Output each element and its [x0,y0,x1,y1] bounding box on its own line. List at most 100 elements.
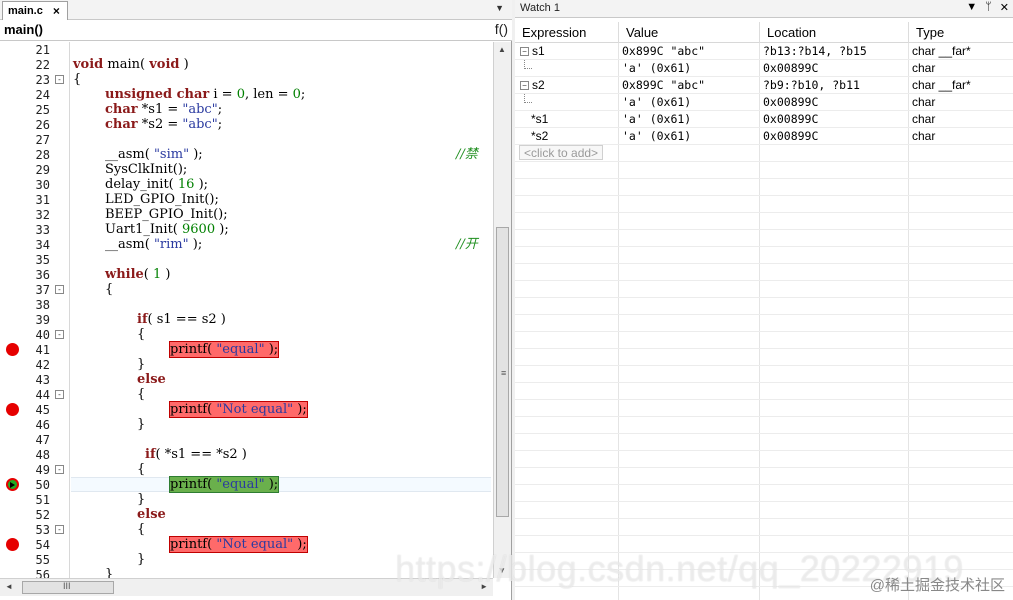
breakpoint-icon[interactable] [6,403,19,416]
code-line[interactable]: 21 [0,42,493,57]
code-line[interactable]: 22 void main( void ) [0,57,493,72]
function-navigator[interactable]: main() f() [0,20,512,41]
code-line[interactable]: 38 [0,297,493,312]
breakpoint-current-position-icon[interactable] [6,478,19,491]
fold-collapse-icon[interactable]: - [55,330,64,339]
watch-row[interactable]: *s1 'a' (0x61) 0x00899C char [515,111,1013,128]
code-line[interactable]: 23-{ [0,72,493,87]
code-line[interactable]: 41 printf( "equal" ); [0,341,493,358]
watch-empty-row[interactable] [515,502,1013,519]
column-header-location[interactable]: Location [760,22,909,43]
watch-empty-row[interactable] [515,196,1013,213]
column-header-value[interactable]: Value [619,22,760,43]
watch-empty-row[interactable] [515,213,1013,230]
watch-empty-row[interactable] [515,315,1013,332]
code-line[interactable]: 29 SysClkInit(); [0,162,493,177]
watch-row[interactable]: 'a' (0x61) 0x00899C char [515,60,1013,77]
code-line[interactable]: 31 LED_GPIO_Init(); [0,192,493,207]
watch-expression[interactable]: s2 [532,77,545,94]
code-line[interactable]: 48 if( *s1 == *s2 ) [0,447,493,462]
watch-empty-row[interactable] [515,349,1013,366]
code-line[interactable]: 49- { [0,462,493,477]
code-line[interactable]: 34 __asm( "rim" ); //开 [0,237,493,252]
scroll-left-arrow-icon[interactable]: ◄ [5,582,13,591]
code-line[interactable]: 40- { [0,327,493,342]
tab-main-c[interactable]: main.c × [2,1,68,20]
fold-collapse-icon[interactable]: - [55,525,64,534]
code-line[interactable]: 35 [0,252,493,267]
code-line[interactable]: 42} [0,357,493,372]
tab-list-dropdown-icon[interactable]: ▼ [495,3,504,13]
watch-row[interactable]: − s2 0x899C "abc" ?b9:?b10, ?b11 char __far* [515,77,1013,94]
column-header-expression[interactable]: Expression [515,22,619,43]
watch-empty-row[interactable] [515,281,1013,298]
code-line[interactable]: 33 Uart1_Init( 9600 ); [0,222,493,237]
code-line[interactable]: 45 printf( "Not equal" ); [0,401,493,418]
code-line[interactable]: 46} [0,417,493,432]
function-list-icon[interactable]: f() [495,21,508,37]
code-line[interactable]: 28 __asm( "sim" ); //禁 [0,147,493,162]
breakpoint-icon[interactable] [6,343,19,356]
tree-collapse-icon[interactable]: − [520,47,529,56]
vertical-scroll-thumb[interactable]: ≡ [496,227,509,517]
code-line[interactable]: 47 [0,432,493,447]
close-icon[interactable]: × [53,4,60,18]
watch-empty-row[interactable] [515,298,1013,315]
pin-icon[interactable]: ᛘ [985,1,992,14]
code-line[interactable]: 36 while( 1 ) [0,267,493,282]
code-editor[interactable]: 21 22 void main( void ) 23-{24 unsigned char… [0,42,493,578]
window-menu-dropdown-icon[interactable]: ▼ [966,1,977,14]
code-line[interactable]: 37- { [0,282,493,297]
watch-expression[interactable]: s1 [532,43,545,60]
code-number: 16 [177,177,195,192]
watch-empty-row[interactable] [515,230,1013,247]
code-line[interactable]: 44- { [0,387,493,402]
close-icon[interactable]: ✕ [1000,1,1009,14]
watch-empty-row[interactable] [515,468,1013,485]
fold-collapse-icon[interactable]: - [55,465,64,474]
code-line[interactable]: 43 else [0,372,493,387]
watch-row[interactable]: − s1 0x899C "abc" ?b13:?b14, ?b15 char __far… [515,43,1013,60]
code-line[interactable]: 39 if( s1 == s2 ) [0,312,493,327]
add-expression-input[interactable]: <click to add> [519,145,604,160]
code-line[interactable]: 27 [0,132,493,147]
watch-empty-row[interactable] [515,519,1013,536]
watch-empty-row[interactable] [515,332,1013,349]
watch-empty-row[interactable] [515,383,1013,400]
code-line[interactable]: 26 char *s2 = "abc"; [0,117,493,132]
editor-vertical-scrollbar[interactable]: ▲ ≡ ▼ [493,42,511,578]
code-line[interactable]: 32 BEEP_GPIO_Init(); [0,207,493,222]
code-line[interactable]: 52 else [0,507,493,522]
watch-empty-row[interactable] [515,162,1013,179]
watch-empty-row[interactable] [515,417,1013,434]
code-line[interactable]: 30 delay_init( 16 ); [0,177,493,192]
watch-expression[interactable]: *s2 [531,128,548,145]
watch-expression[interactable]: *s1 [531,111,548,128]
scroll-up-arrow-icon[interactable]: ▲ [498,45,506,54]
watch-location: ?b9:?b10, ?b11 [763,78,860,92]
fold-collapse-icon[interactable]: - [55,285,64,294]
breakpoint-icon[interactable] [6,538,19,551]
watch-row[interactable]: *s2 'a' (0x61) 0x00899C char [515,128,1013,145]
column-header-type[interactable]: Type [909,22,1013,43]
watch-empty-row[interactable] [515,400,1013,417]
tree-collapse-icon[interactable]: − [520,81,529,90]
watch-empty-row[interactable] [515,179,1013,196]
watch-empty-row[interactable] [515,366,1013,383]
fold-collapse-icon[interactable]: - [55,75,64,84]
code-line[interactable]: 25 char *s1 = "abc"; [0,102,493,117]
watch-add-row[interactable]: <click to add> [515,145,1013,162]
watch-empty-row[interactable] [515,451,1013,468]
watch-empty-row[interactable] [515,434,1013,451]
watch-empty-row[interactable] [515,264,1013,281]
fold-collapse-icon[interactable]: - [55,390,64,399]
watch-empty-row[interactable] [515,247,1013,264]
code-text: else [137,507,166,522]
code-line[interactable]: 53- { [0,522,493,537]
code-line[interactable]: 50 printf( "equal" ); [0,476,493,493]
watch-row[interactable]: 'a' (0x61) 0x00899C char [515,94,1013,111]
code-line[interactable]: 51} [0,492,493,507]
watch-empty-row[interactable] [515,485,1013,502]
code-line[interactable]: 24 unsigned char i = 0, len = 0; [0,87,493,102]
horizontal-scroll-thumb[interactable]: III [22,581,114,594]
